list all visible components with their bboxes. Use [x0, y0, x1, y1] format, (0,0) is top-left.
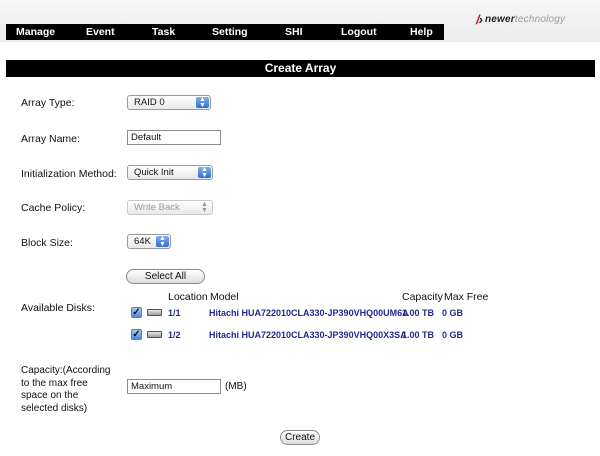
nav-help[interactable]: Help — [410, 24, 433, 40]
cache-policy-value: Write Back — [134, 202, 180, 213]
select-arrows-icon: ▲ ▼ — [198, 166, 211, 179]
array-type-label: Array Type: — [21, 97, 75, 109]
init-method-label: Initialization Method: — [21, 168, 117, 180]
max-free-header: Max Free — [444, 291, 489, 303]
block-size-value: 64K — [134, 236, 151, 247]
disk-capacity: 1.00 TB — [402, 308, 435, 318]
disk-location: 1/2 — [168, 330, 181, 340]
select-arrows-icon: ▲ ▼ — [196, 96, 209, 109]
hard-drive-icon — [147, 309, 162, 316]
nav-event[interactable]: Event — [86, 24, 115, 40]
available-disks-label: Available Disks: — [21, 302, 95, 314]
disk-2-checkbox[interactable]: ✓ — [131, 329, 142, 340]
init-method-select[interactable]: Quick Init ▲ ▼ — [127, 165, 213, 180]
nav-manage[interactable]: Manage — [16, 24, 55, 40]
block-size-label: Block Size: — [21, 237, 73, 249]
hard-drive-icon — [147, 331, 162, 338]
select-all-button[interactable]: Select All — [126, 269, 205, 284]
nav-logout[interactable]: Logout — [341, 24, 377, 40]
create-button[interactable]: Create — [280, 430, 320, 445]
cache-policy-label: Cache Policy: — [21, 202, 86, 214]
location-header: Location — [168, 291, 208, 303]
capacity-label: Capacity:(According to the max free spac… — [21, 365, 111, 414]
select-arrows-icon: ▲ ▼ — [201, 201, 208, 214]
nav-bar: Manage Event Task Setting SHI Logout Hel… — [6, 24, 444, 40]
nav-setting[interactable]: Setting — [212, 24, 248, 40]
disk-location: 1/1 — [168, 308, 181, 318]
capacity-input[interactable]: Maximum — [127, 379, 221, 394]
cache-policy-select: Write Back ▲ ▼ — [127, 200, 213, 215]
select-arrows-icon: ▲ ▼ — [156, 235, 169, 248]
capacity-header: Capacity — [402, 291, 443, 303]
disk-model: Hitachi HUA722010CLA330-JP390VHQ00X3SA — [209, 330, 407, 340]
page-title: Create Array — [6, 60, 595, 77]
array-name-label: Array Name: — [21, 133, 80, 145]
logo-text: newertechnology — [484, 13, 566, 25]
init-method-value: Quick Init — [134, 167, 174, 178]
brand-logo: /› newertechnology — [476, 11, 566, 27]
capacity-unit: (MB) — [225, 381, 247, 392]
disk-max-free: 0 GB — [442, 330, 464, 340]
block-size-select[interactable]: 64K ▲ ▼ — [127, 234, 171, 249]
array-name-input[interactable]: Default — [127, 130, 221, 145]
disk-1-checkbox[interactable]: ✓ — [131, 307, 142, 318]
logo-icon: /› — [476, 11, 483, 27]
model-header: Model — [210, 291, 239, 303]
disk-max-free: 0 GB — [442, 308, 464, 318]
nav-task[interactable]: Task — [152, 24, 175, 40]
array-type-select[interactable]: RAID 0 ▲ ▼ — [127, 95, 211, 110]
disk-model: Hitachi HUA722010CLA330-JP390VHQ00UM6A — [209, 308, 409, 318]
nav-shi[interactable]: SHI — [285, 24, 303, 40]
array-type-value: RAID 0 — [134, 97, 165, 108]
disk-capacity: 1.00 TB — [402, 330, 435, 340]
